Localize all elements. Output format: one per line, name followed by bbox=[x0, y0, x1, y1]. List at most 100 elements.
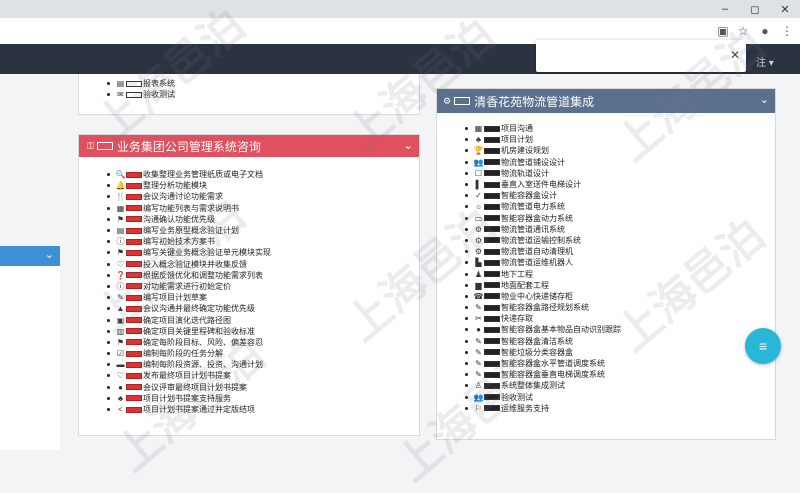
list-item: ▥ 确定项目关键里程碑和验收标准 bbox=[107, 326, 271, 337]
chevron-down-icon[interactable]: ⌄ bbox=[404, 139, 413, 152]
label-box bbox=[96, 142, 113, 150]
item-label: 编写功能列表与需求说明书 bbox=[143, 203, 239, 213]
item-label: 项目计划 bbox=[501, 135, 533, 145]
item-icon: ▣ bbox=[116, 315, 125, 325]
item-label: 项目计划书提案支持服务 bbox=[143, 393, 231, 403]
mail-icon: ✉ bbox=[117, 90, 124, 100]
item-label: 确定项目关键里程碑和验收标准 bbox=[143, 326, 255, 336]
logistics-list: ▦ 项目沟通 ♣ 项目计划 🏆 机房建设规划 👥 物流管道铺设设计 ☐ 物流轨道设计 ▌ 垂直入室送件… bbox=[465, 123, 621, 414]
item-label: 投入概念验证模块并收集反馈 bbox=[143, 259, 247, 269]
chevron-down-icon[interactable]: ⌄ bbox=[45, 248, 54, 261]
list-item: 👥 验收测试 bbox=[465, 392, 621, 403]
item-icon: ▙ bbox=[475, 258, 482, 268]
list-item: ⓘ 对功能需求进行初始定价 bbox=[107, 281, 271, 292]
item-label: 确定每阶段目标、风险、偏差容忍 bbox=[143, 337, 263, 347]
list-item: ⚑ 沟通确认功能优先级 bbox=[107, 214, 271, 225]
list-item: ⓘ 编写初始技术方案书 bbox=[107, 236, 271, 247]
item-label: 物流管道运输控制系统 bbox=[501, 235, 581, 245]
logistics-card-header[interactable]: ⚙ 清香花苑物流管道集成 ⌄ bbox=[437, 89, 775, 113]
menu-icon[interactable]: ⋮ bbox=[778, 22, 796, 40]
left-panel-header[interactable]: ⌄ bbox=[0, 246, 60, 266]
consult-card: ⚿ 业务集团公司管理系统咨询 ⌄ 🔍 收集整理业务管理纸质或电子文档 🔔 整理分析功能… bbox=[78, 134, 420, 436]
close-window-icon[interactable]: ✕ bbox=[770, 0, 800, 18]
account-icon[interactable]: ● bbox=[756, 22, 774, 40]
top-partial-list: ▤ 报表系统 ✉ 验收测试 bbox=[107, 78, 175, 100]
item-label: 地面配套工程 bbox=[501, 280, 549, 290]
label-box bbox=[454, 97, 471, 105]
popup-close-icon[interactable]: ✕ bbox=[730, 48, 740, 62]
list-item: ✎ 智能容器盒清洁系统 bbox=[465, 336, 621, 347]
list-item: < 项目计划书提案通过并定版结项 bbox=[107, 404, 271, 415]
list-item: ♣ 项目计划书提案支持服务 bbox=[107, 393, 271, 404]
list-item: 🔍 收集整理业务管理纸质或电子文档 bbox=[107, 169, 271, 180]
item-icon: 🔍 bbox=[115, 170, 126, 180]
item-label: 物流管道自动清理机 bbox=[501, 247, 573, 257]
cogs-icon: ⚙ bbox=[443, 95, 452, 106]
item-icon: ✎ bbox=[475, 303, 482, 313]
item-icon: ♣ bbox=[475, 135, 482, 145]
item-label: 发布最终项目计划书提案 bbox=[143, 371, 231, 381]
item-label: 智能容器盒动力系统 bbox=[501, 213, 573, 223]
item-label: 垂直入室送件电梯设计 bbox=[501, 180, 581, 190]
item-label: 根据反馈优化和调整功能需求列表 bbox=[143, 270, 263, 280]
list-item: ♡ 投入概念验证模块并收集反馈 bbox=[107, 259, 271, 270]
list-item: 👥 物流管道铺设设计 bbox=[465, 157, 621, 168]
list-item: ✎ 编写项目计划草案 bbox=[107, 292, 271, 303]
item-icon: ♟ bbox=[474, 269, 483, 279]
item-icon: ▭ bbox=[474, 213, 483, 223]
list-item: 🏆 机房建设规划 bbox=[465, 145, 621, 156]
item-label: 编写初始技术方案书 bbox=[143, 237, 215, 247]
item-label: 快递存取 bbox=[501, 314, 533, 324]
star-icon[interactable]: ☆ bbox=[734, 22, 752, 40]
list-item: ✂ 快递存取 bbox=[465, 313, 621, 324]
list-item: ☎ 物业中心快递储存柜 bbox=[465, 291, 621, 302]
top-partial-card: ▤ 报表系统 ✉ 验收测试 bbox=[78, 74, 420, 115]
list-item: ▌ 垂直入室送件电梯设计 bbox=[465, 179, 621, 190]
report-icon: ▤ bbox=[116, 79, 125, 89]
item-icon: ☑ bbox=[116, 349, 125, 359]
item-label: 编制每阶段资源、投资、沟通计划 bbox=[143, 360, 263, 370]
restore-icon[interactable]: ◻ bbox=[740, 0, 770, 18]
item-icon: ✓ bbox=[475, 191, 482, 201]
item-label: 系统整体集成测试 bbox=[501, 381, 565, 391]
list-item: ▙ 物流管道运维机器人 bbox=[465, 257, 621, 268]
item-icon: ▲ bbox=[116, 304, 125, 314]
list-item: ✉ 验收测试 bbox=[107, 89, 175, 100]
item-icon: ♡ bbox=[116, 371, 125, 381]
consult-card-header[interactable]: ⚿ 业务集团公司管理系统咨询 ⌄ bbox=[79, 135, 419, 157]
list-item: ✎ 智能垃圾分类容器盒 bbox=[465, 347, 621, 358]
list-item: ▤ 报表系统 bbox=[107, 78, 175, 89]
item-label: 会议评审最终项目计划书提案 bbox=[143, 382, 247, 392]
list-item: ♡ 发布最终项目计划书提案 bbox=[107, 370, 271, 381]
list-item: ⚑ 编写关键业务概念验证单元模块实现 bbox=[107, 247, 271, 258]
chevron-down-icon[interactable]: ⌄ bbox=[760, 93, 769, 106]
item-label: 智能容器盒水平管道调度系统 bbox=[501, 359, 605, 369]
item-icon: ✎ bbox=[475, 370, 482, 380]
item-label: 智能容器盒清洁系统 bbox=[501, 336, 573, 346]
item-icon: ♡ bbox=[116, 259, 125, 269]
user-menu[interactable]: 注 ▾ bbox=[756, 54, 774, 69]
consult-card-title: 业务集团公司管理系统咨询 bbox=[116, 139, 261, 154]
list-item: ☼ 物流管道电力系统 bbox=[465, 201, 621, 212]
item-label: 编写业务原型概念验证计划 bbox=[143, 226, 239, 236]
item-label: 物流管道电力系统 bbox=[501, 202, 565, 212]
item-label: 物流管道运维机器人 bbox=[501, 258, 573, 268]
list-item: ✎ 智能容器盒垂直电梯调度系统 bbox=[465, 369, 621, 380]
logistics-card-title: 清香花苑物流管道集成 bbox=[474, 94, 595, 109]
list-item: 🔔 整理分析功能模块 bbox=[107, 180, 271, 191]
minimize-icon[interactable]: – bbox=[710, 0, 740, 18]
item-label: 物流管道铺设设计 bbox=[501, 157, 565, 167]
floating-menu-button[interactable]: ≡ bbox=[745, 328, 781, 364]
item-icon: ▆ bbox=[475, 280, 482, 290]
item-label: 智能容器盒垂直电梯调度系统 bbox=[501, 370, 605, 380]
item-label: 智能垃圾分类容器盒 bbox=[501, 347, 573, 357]
item-label: 项目计划书提案通过并定版结项 bbox=[143, 405, 255, 415]
item-label: 智能容器盒路径规划系统 bbox=[501, 303, 589, 313]
item-label: 会议沟通讨论功能需求 bbox=[143, 192, 223, 202]
list-item: ♟ 地下工程 bbox=[465, 268, 621, 279]
item-icon: 👥 bbox=[473, 392, 484, 402]
translate-icon[interactable]: ▣ bbox=[714, 22, 732, 40]
item-icon: ⚙ bbox=[474, 224, 483, 234]
list-item: ☑ 编制每阶段的任务分解 bbox=[107, 348, 271, 359]
item-icon: ▤ bbox=[116, 226, 125, 236]
